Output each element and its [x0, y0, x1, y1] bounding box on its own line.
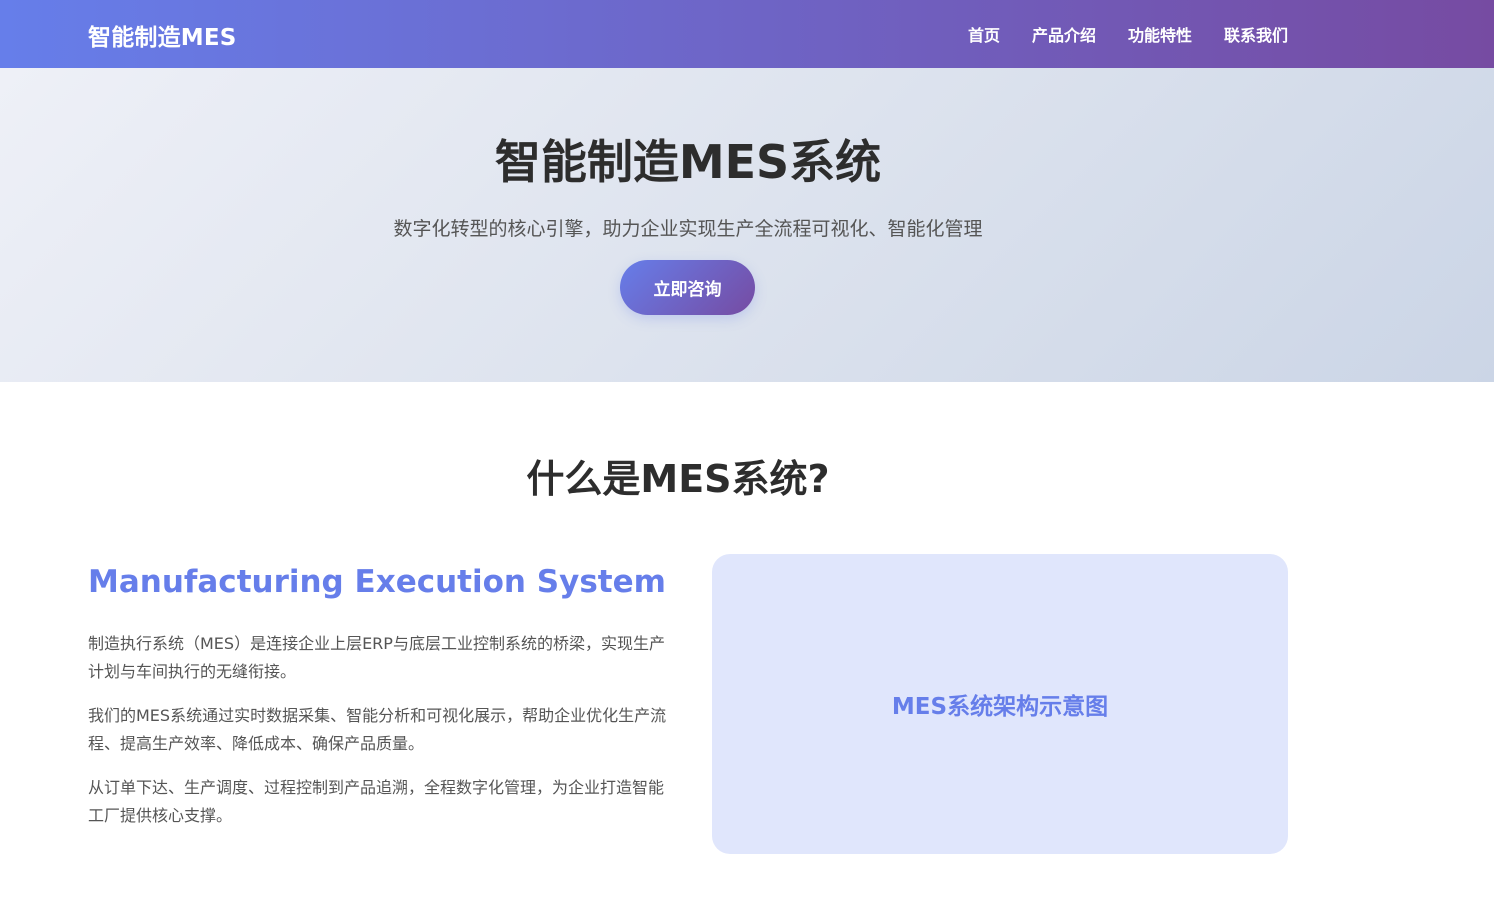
nav-link-products[interactable]: 产品介绍	[1032, 22, 1096, 46]
about-heading: Manufacturing Execution System	[88, 564, 666, 600]
nav-menu: 首页 产品介绍 功能特性 联系我们	[968, 22, 1288, 46]
about-paragraph-3: 从订单下达、生产调度、过程控制到产品追溯，全程数字化管理，为企业打造智能工厂提供…	[88, 778, 665, 826]
nav-link-contact[interactable]: 联系我们	[1224, 22, 1288, 46]
diagram-label: MES系统架构示意图	[891, 694, 1109, 720]
architecture-diagram-placeholder: MES系统架构示意图	[712, 554, 1288, 854]
section-title: 什么是MES系统?	[526, 457, 830, 501]
hero-title: 智能制造MES系统	[494, 135, 882, 189]
top-navbar: 智能制造MES 首页 产品介绍 功能特性 联系我们	[0, 0, 1494, 68]
brand-logo[interactable]: 智能制造MES	[88, 18, 237, 52]
about-text-block: Manufacturing Execution System 制造执行系统（ME…	[88, 562, 668, 846]
nav-link-home[interactable]: 首页	[968, 22, 1000, 46]
about-paragraph-2: 我们的MES系统通过实时数据采集、智能分析和可视化展示，帮助企业优化生产流程、提…	[88, 706, 667, 754]
hero-subtitle: 数字化转型的核心引擎，助力企业实现生产全流程可视化、智能化管理	[393, 218, 983, 240]
about-paragraph-1: 制造执行系统（MES）是连接企业上层ERP与底层工业控制系统的桥梁，实现生产计划…	[88, 634, 665, 682]
consult-button[interactable]: 立即咨询	[620, 260, 755, 315]
nav-link-features[interactable]: 功能特性	[1128, 22, 1192, 46]
hero-section: 智能制造MES系统 数字化转型的核心引擎，助力企业实现生产全流程可视化、智能化管…	[0, 68, 1494, 382]
